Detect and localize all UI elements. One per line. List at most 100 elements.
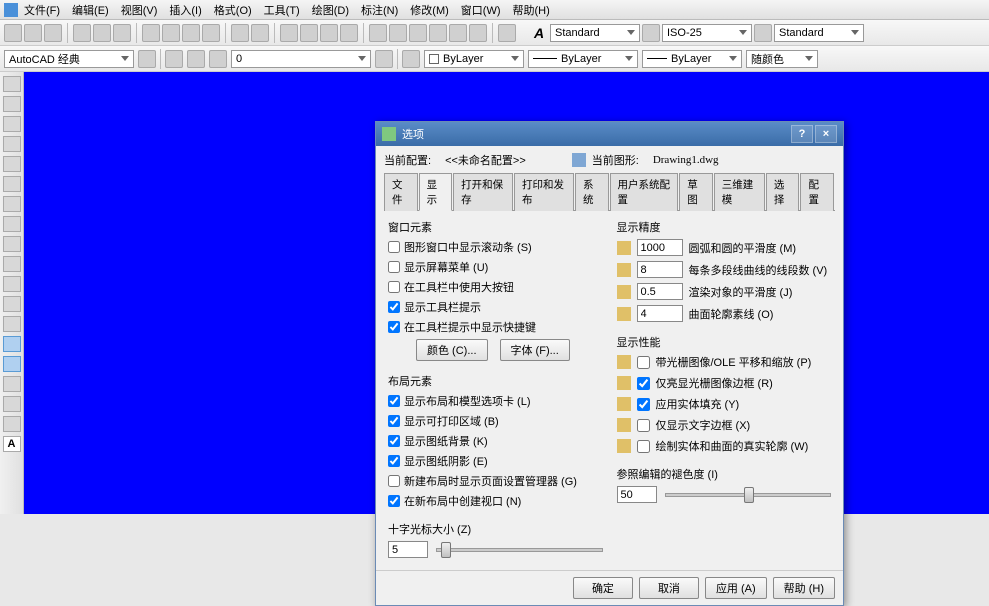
tool-icon[interactable] xyxy=(409,24,427,42)
mtext-icon[interactable]: A xyxy=(3,436,21,452)
chk-pagesetup[interactable] xyxy=(388,475,400,487)
fonts-button[interactable]: 字体 (F)... xyxy=(500,339,570,361)
cancel-button[interactable]: 取消 xyxy=(639,577,699,599)
preview-icon[interactable] xyxy=(93,24,111,42)
cut-icon[interactable] xyxy=(142,24,160,42)
chk-textframe[interactable] xyxy=(637,419,650,432)
linetype-combo[interactable]: ByLayer xyxy=(528,50,638,68)
mark-icon[interactable] xyxy=(449,24,467,42)
spline-icon[interactable] xyxy=(3,236,21,252)
chk-screenmenu[interactable] xyxy=(388,261,400,273)
lock-icon[interactable] xyxy=(209,50,227,68)
circle-icon[interactable] xyxy=(3,196,21,212)
menu-edit[interactable]: 编辑(E) xyxy=(72,2,109,18)
paste-icon[interactable] xyxy=(182,24,200,42)
chk-rasterframe[interactable] xyxy=(637,377,650,390)
region-icon[interactable] xyxy=(3,396,21,412)
menu-tools[interactable]: 工具(T) xyxy=(264,2,300,18)
menu-dim[interactable]: 标注(N) xyxy=(361,2,398,18)
color-icon[interactable] xyxy=(402,50,420,68)
chk-largebtn[interactable] xyxy=(388,281,400,293)
color-combo[interactable]: ByLayer xyxy=(424,50,524,68)
help-button[interactable]: ? xyxy=(791,125,813,143)
dimstyle-combo[interactable]: ISO-25 xyxy=(662,24,752,42)
ws-settings-icon[interactable] xyxy=(138,50,156,68)
gradient-icon[interactable] xyxy=(3,376,21,392)
ellipse-icon[interactable] xyxy=(3,256,21,272)
insert-icon[interactable] xyxy=(3,296,21,312)
revcloud-icon[interactable] xyxy=(3,216,21,232)
plotstyle-combo[interactable]: 随颜色 xyxy=(746,50,818,68)
rect-icon[interactable] xyxy=(3,156,21,172)
match-icon[interactable] xyxy=(202,24,220,42)
colors-button[interactable]: 颜色 (C)... xyxy=(416,339,488,361)
chk-layouttabs[interactable] xyxy=(388,395,400,407)
drawing-area[interactable]: A 选项 ? × 当前配置: <<未命名配置>> 当前图形: Drawing1.… xyxy=(0,72,989,514)
tab-selection[interactable]: 选择 xyxy=(766,173,800,211)
layer-combo[interactable]: 0 xyxy=(231,50,371,68)
menu-format[interactable]: 格式(O) xyxy=(214,2,252,18)
zoom-icon[interactable] xyxy=(300,24,318,42)
chk-tooltips[interactable] xyxy=(388,301,400,313)
polygon-icon[interactable] xyxy=(3,136,21,152)
menu-window[interactable]: 窗口(W) xyxy=(461,2,501,18)
tablestyle-icon[interactable] xyxy=(754,24,772,42)
publish-icon[interactable] xyxy=(113,24,131,42)
tab-profiles[interactable]: 配置 xyxy=(800,173,834,211)
zoom2-icon[interactable] xyxy=(320,24,338,42)
lineweight-combo[interactable]: ByLayer xyxy=(642,50,742,68)
contour-input[interactable] xyxy=(637,305,683,322)
chk-solidfill[interactable] xyxy=(637,398,650,411)
menu-view[interactable]: 视图(V) xyxy=(121,2,158,18)
menu-insert[interactable]: 插入(I) xyxy=(169,2,201,18)
chk-silhouette[interactable] xyxy=(637,440,650,453)
line-icon[interactable] xyxy=(3,76,21,92)
save-icon[interactable] xyxy=(44,24,62,42)
open-icon[interactable] xyxy=(24,24,42,42)
fade-slider[interactable] xyxy=(665,493,832,497)
copy-icon[interactable] xyxy=(162,24,180,42)
help-button[interactable]: 帮助 (H) xyxy=(773,577,835,599)
tab-3dmodel[interactable]: 三维建模 xyxy=(714,173,765,211)
layer-icon[interactable] xyxy=(165,50,183,68)
tab-display[interactable]: 显示 xyxy=(419,173,453,211)
arc-smooth-input[interactable] xyxy=(637,239,683,256)
menu-help[interactable]: 帮助(H) xyxy=(513,2,550,18)
chk-paperbg[interactable] xyxy=(388,435,400,447)
print-icon[interactable] xyxy=(73,24,91,42)
apply-button[interactable]: 应用 (A) xyxy=(705,577,767,599)
chk-scrollbars[interactable] xyxy=(388,241,400,253)
pan-icon[interactable] xyxy=(280,24,298,42)
dialog-titlebar[interactable]: 选项 ? × xyxy=(376,122,843,146)
tab-drafting[interactable]: 草图 xyxy=(679,173,713,211)
tab-userpref[interactable]: 用户系统配置 xyxy=(610,173,679,211)
ssm-icon[interactable] xyxy=(429,24,447,42)
freeze-icon[interactable] xyxy=(187,50,205,68)
xline-icon[interactable] xyxy=(3,96,21,112)
textstyle-combo[interactable]: Standard xyxy=(550,24,640,42)
redo-icon[interactable] xyxy=(251,24,269,42)
tablestyle-combo[interactable]: Standard xyxy=(774,24,864,42)
fade-input[interactable] xyxy=(617,486,657,503)
dc-icon[interactable] xyxy=(389,24,407,42)
menu-modify[interactable]: 修改(M) xyxy=(410,2,449,18)
pline-icon[interactable] xyxy=(3,116,21,132)
ok-button[interactable]: 确定 xyxy=(573,577,633,599)
arc-icon[interactable] xyxy=(3,176,21,192)
chk-printarea[interactable] xyxy=(388,415,400,427)
menu-draw[interactable]: 绘图(D) xyxy=(312,2,349,18)
segments-input[interactable] xyxy=(637,261,683,278)
tab-plot[interactable]: 打印和发布 xyxy=(514,173,574,211)
tab-system[interactable]: 系统 xyxy=(575,173,609,211)
orbit-icon[interactable] xyxy=(340,24,358,42)
undo-icon[interactable] xyxy=(231,24,249,42)
new-icon[interactable] xyxy=(4,24,22,42)
render-smooth-input[interactable] xyxy=(637,283,683,300)
layerp-icon[interactable] xyxy=(375,50,393,68)
chk-panzoom[interactable] xyxy=(637,356,650,369)
chk-viewport[interactable] xyxy=(388,495,400,507)
table-icon[interactable] xyxy=(3,416,21,432)
help-icon[interactable] xyxy=(498,24,516,42)
hatch-icon[interactable] xyxy=(3,356,21,372)
chk-shortcuts[interactable] xyxy=(388,321,400,333)
